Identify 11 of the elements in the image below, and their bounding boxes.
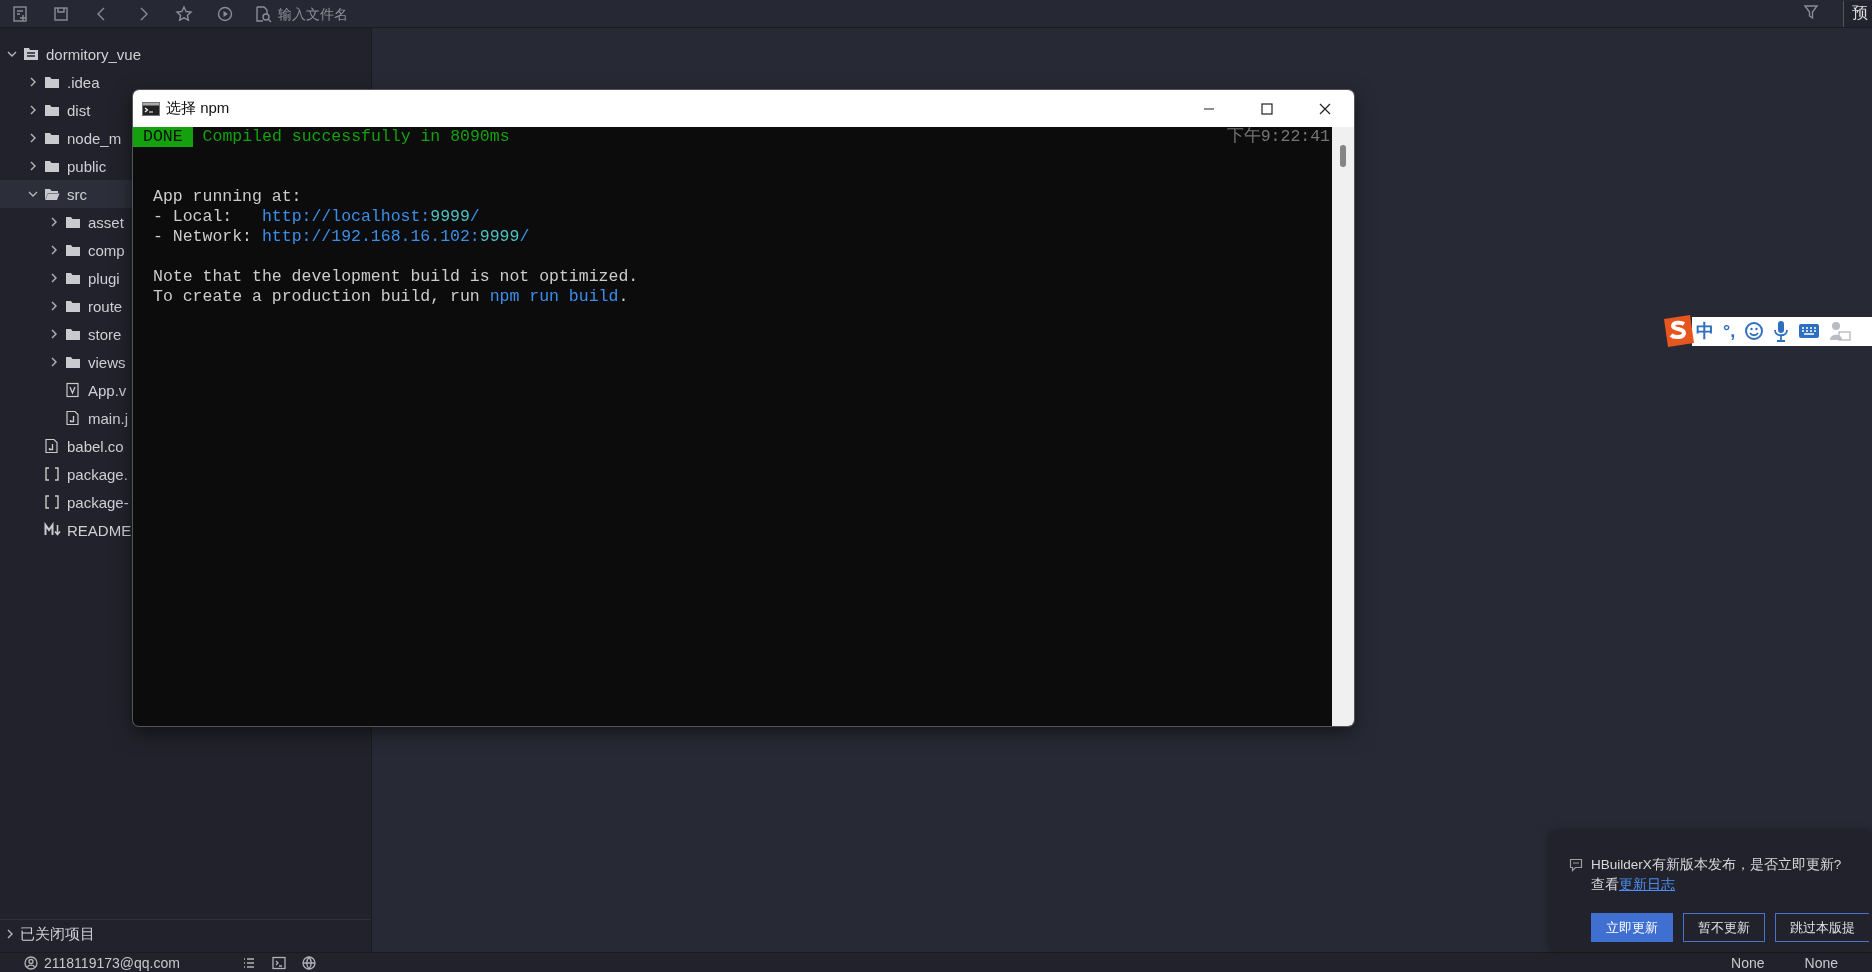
terminal-line: - Network: http://192.168.16.102:9999/	[153, 227, 531, 247]
update-message: HBuilderX有新版本发布，是否立即更新?	[1591, 856, 1842, 874]
terminal-line: Note that the development build is not optimized.	[153, 267, 640, 287]
window-title: 选择 npm	[166, 99, 231, 118]
status-badge: DONE	[133, 127, 193, 147]
timestamp: 下午9:22:41	[1226, 127, 1330, 147]
changelog-text: 查看更新日志	[1591, 876, 1676, 894]
status-message: Compiled successfully in 8090ms	[202, 127, 511, 147]
terminal-line: App running at:	[153, 187, 303, 207]
terminal-line: To create a production build, run npm run build.	[153, 287, 630, 307]
terminal-line: - Local: http://localhost:9999/	[153, 207, 481, 227]
